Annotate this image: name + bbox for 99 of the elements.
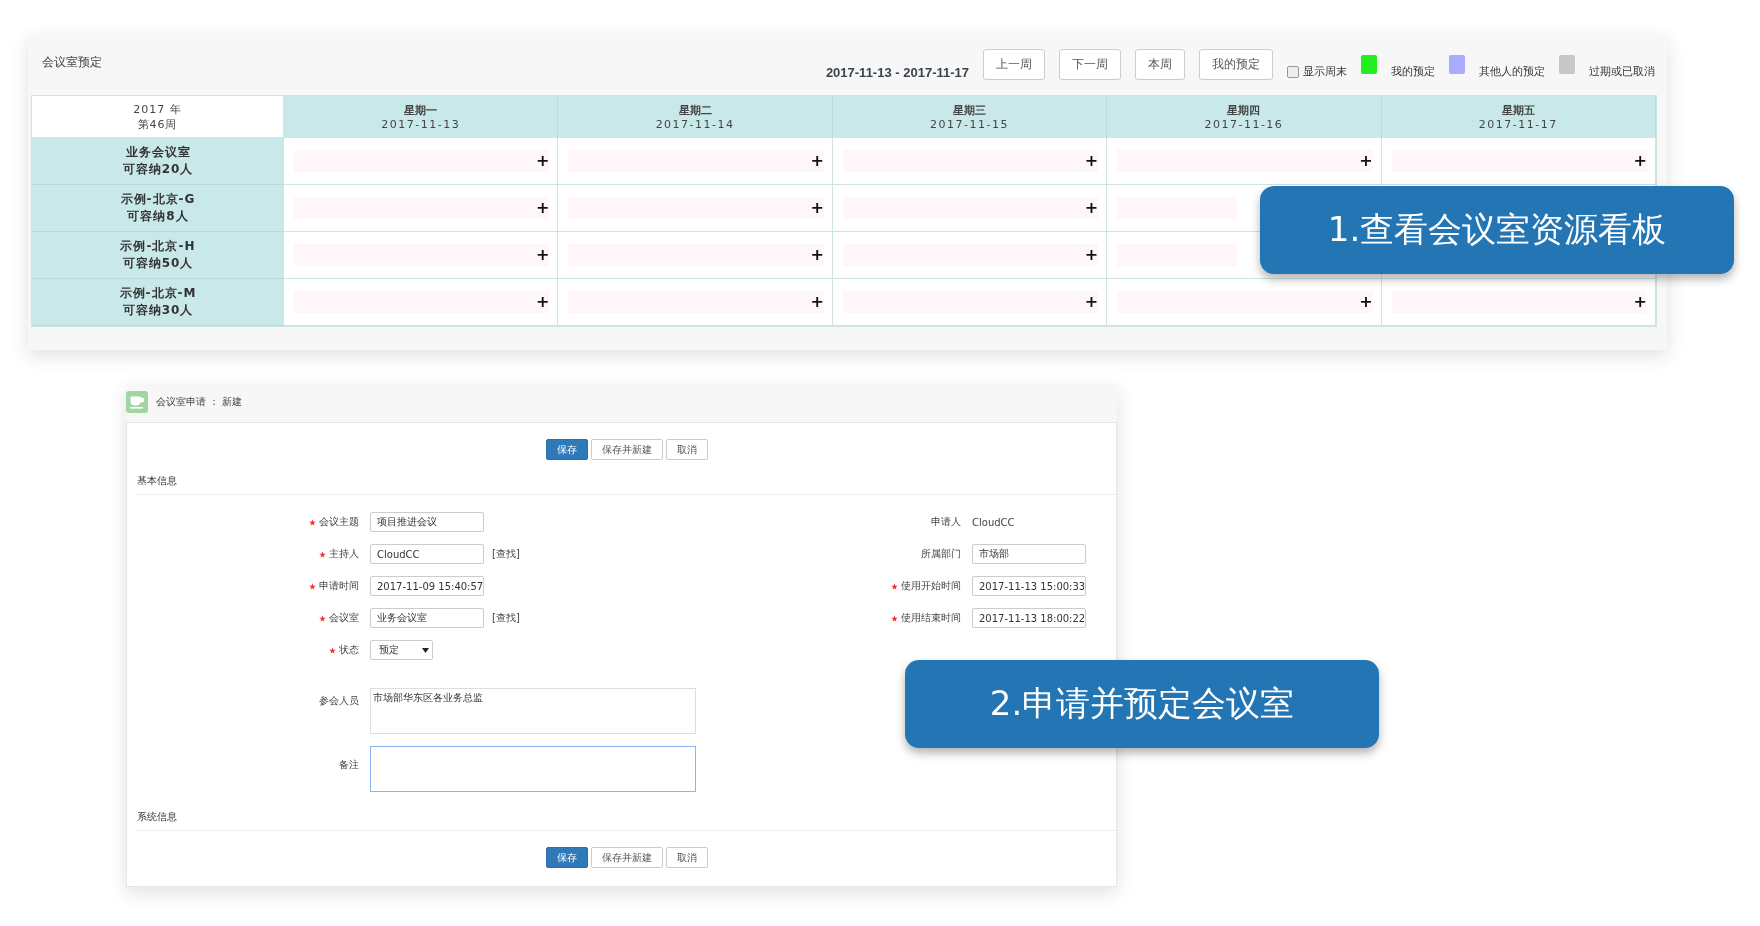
booking-slot[interactable]: + xyxy=(842,197,1099,219)
nav-button[interactable]: 上一周 xyxy=(983,49,1045,80)
day-date: 2017-11-15 xyxy=(930,118,1009,131)
field-label: 主持人 xyxy=(329,547,359,561)
text-area[interactable]: 市场部华东区各业务总监 xyxy=(370,688,696,734)
add-booking[interactable]: + xyxy=(1084,153,1099,169)
room-capacity: 可容纳50人 xyxy=(122,255,194,272)
field-value: CloudCC xyxy=(972,516,1015,528)
room-name: 示例-北京-H xyxy=(120,238,196,255)
booking-slot[interactable]: + xyxy=(842,150,1099,172)
booking-slot[interactable]: + xyxy=(842,291,1099,313)
add-booking[interactable]: + xyxy=(536,200,550,216)
form-button[interactable]: 保存并新建 xyxy=(590,847,663,868)
input-field[interactable]: 2017-11-13 15:00:33 xyxy=(972,576,1086,596)
status-dropdown[interactable]: 预定 xyxy=(370,640,433,660)
field-label: 备注 xyxy=(339,758,359,772)
day-date: 2017-11-13 xyxy=(381,118,461,131)
room-capacity: 可容纳30人 xyxy=(122,302,194,319)
callout-banner: 1.查看会议室资源看板 xyxy=(1260,186,1734,274)
text-area[interactable] xyxy=(370,746,696,792)
nav-button[interactable]: 本周 xyxy=(1135,49,1185,80)
callout-banner: 2.申请并预定会议室 xyxy=(905,660,1379,748)
add-booking[interactable]: + xyxy=(810,247,824,263)
section-title: 系统信息 xyxy=(137,806,1116,831)
booking-slot[interactable]: + xyxy=(842,244,1099,266)
day-name: 星期三 xyxy=(953,103,986,118)
field-label: 所属部门 xyxy=(921,547,961,561)
add-booking[interactable]: + xyxy=(1084,294,1099,310)
booking-slot[interactable]: + xyxy=(568,150,824,172)
legend-label: 我的预定 xyxy=(1391,64,1435,79)
booking-slot[interactable]: + xyxy=(1117,291,1373,313)
input-field[interactable]: 市场部 xyxy=(972,544,1086,564)
booking-slot[interactable]: + xyxy=(568,197,824,219)
year-label: 2017 年 xyxy=(133,101,182,117)
add-booking[interactable]: + xyxy=(1633,294,1647,310)
booking-slot[interactable]: + xyxy=(294,150,550,172)
add-booking[interactable]: + xyxy=(1084,200,1099,216)
form-title: 会议室申请 ： 新建 xyxy=(156,395,243,409)
booking-slot[interactable]: + xyxy=(294,244,550,266)
input-field[interactable]: 2017-11-09 15:40:57 xyxy=(370,576,484,596)
booking-slot[interactable]: + xyxy=(568,291,824,313)
day-date: 2017-11-17 xyxy=(1478,118,1558,131)
room-capacity: 可容纳8人 xyxy=(127,208,189,225)
section-title: 基本信息 xyxy=(137,470,1116,495)
add-booking[interactable]: + xyxy=(536,294,550,310)
add-booking[interactable]: + xyxy=(810,294,824,310)
week-label: 第46周 xyxy=(137,116,178,132)
day-date: 2017-11-14 xyxy=(655,118,735,131)
form-button[interactable]: 取消 xyxy=(665,439,708,460)
date-range: 2017-11-13 - 2017-11-17 xyxy=(825,65,969,80)
booking-slot[interactable]: + xyxy=(1391,150,1647,172)
add-booking[interactable]: + xyxy=(810,153,824,169)
input-field[interactable]: 项目推进会议 xyxy=(370,512,484,532)
field-label: 使用开始时间 xyxy=(901,579,961,593)
booking-slot[interactable]: + xyxy=(1391,291,1647,313)
input-field[interactable]: 2017-11-13 18:00:22 xyxy=(972,608,1086,628)
field-label: 申请人 xyxy=(931,515,961,529)
input-field[interactable]: 业务会议室 xyxy=(370,608,484,628)
booking-slot[interactable]: + xyxy=(294,197,550,219)
legend-label: 其他人的预定 xyxy=(1479,64,1545,79)
add-booking[interactable]: + xyxy=(1359,294,1373,310)
day-name: 星期五 xyxy=(1501,103,1535,118)
room-capacity: 可容纳20人 xyxy=(122,161,194,178)
room-name: 示例-北京-M xyxy=(119,285,197,302)
field-label: 使用结束时间 xyxy=(901,611,961,625)
lookup-link[interactable]: [查找] xyxy=(492,611,520,625)
form-button[interactable]: 保存 xyxy=(545,847,588,868)
add-booking[interactable]: + xyxy=(536,247,550,263)
room-name: 示例-北京-G xyxy=(120,191,196,208)
weekend-checkbox[interactable] xyxy=(1287,65,1299,78)
nav-button[interactable]: 我的预定 xyxy=(1199,49,1273,80)
lookup-link[interactable]: [查找] xyxy=(492,547,520,561)
form-button[interactable]: 保存并新建 xyxy=(590,439,663,460)
booking-slot[interactable]: + xyxy=(1117,150,1373,172)
day-name: 星期二 xyxy=(678,103,712,118)
booking-slot[interactable]: + xyxy=(294,291,550,313)
day-name: 星期四 xyxy=(1227,103,1261,118)
board-title: 会议室预定 xyxy=(42,54,102,71)
field-label: 申请时间 xyxy=(319,579,359,593)
nav-button[interactable]: 下一周 xyxy=(1059,49,1121,80)
legend-label: 过期或已取消 xyxy=(1589,64,1655,79)
day-name: 星期一 xyxy=(404,103,438,118)
field-label: 会议室 xyxy=(329,611,359,625)
add-booking[interactable]: + xyxy=(536,153,550,169)
checkbox-label: 显示周末 xyxy=(1303,64,1347,79)
field-label: 状态 xyxy=(339,643,359,657)
field-label: 参会人员 xyxy=(319,694,359,708)
room-name: 业务会议室 xyxy=(125,144,191,161)
field-label: 会议主题 xyxy=(319,515,359,529)
form-button[interactable]: 取消 xyxy=(665,847,708,868)
add-booking[interactable]: + xyxy=(1084,247,1099,263)
day-date: 2017-11-16 xyxy=(1204,118,1284,131)
add-booking[interactable]: + xyxy=(1359,153,1373,169)
form-button[interactable]: 保存 xyxy=(545,439,588,460)
add-booking[interactable]: + xyxy=(810,200,824,216)
input-field[interactable]: CloudCC xyxy=(370,544,484,564)
booking-slot[interactable]: + xyxy=(568,244,824,266)
add-booking[interactable]: + xyxy=(1633,153,1647,169)
caret-icon xyxy=(422,647,429,653)
